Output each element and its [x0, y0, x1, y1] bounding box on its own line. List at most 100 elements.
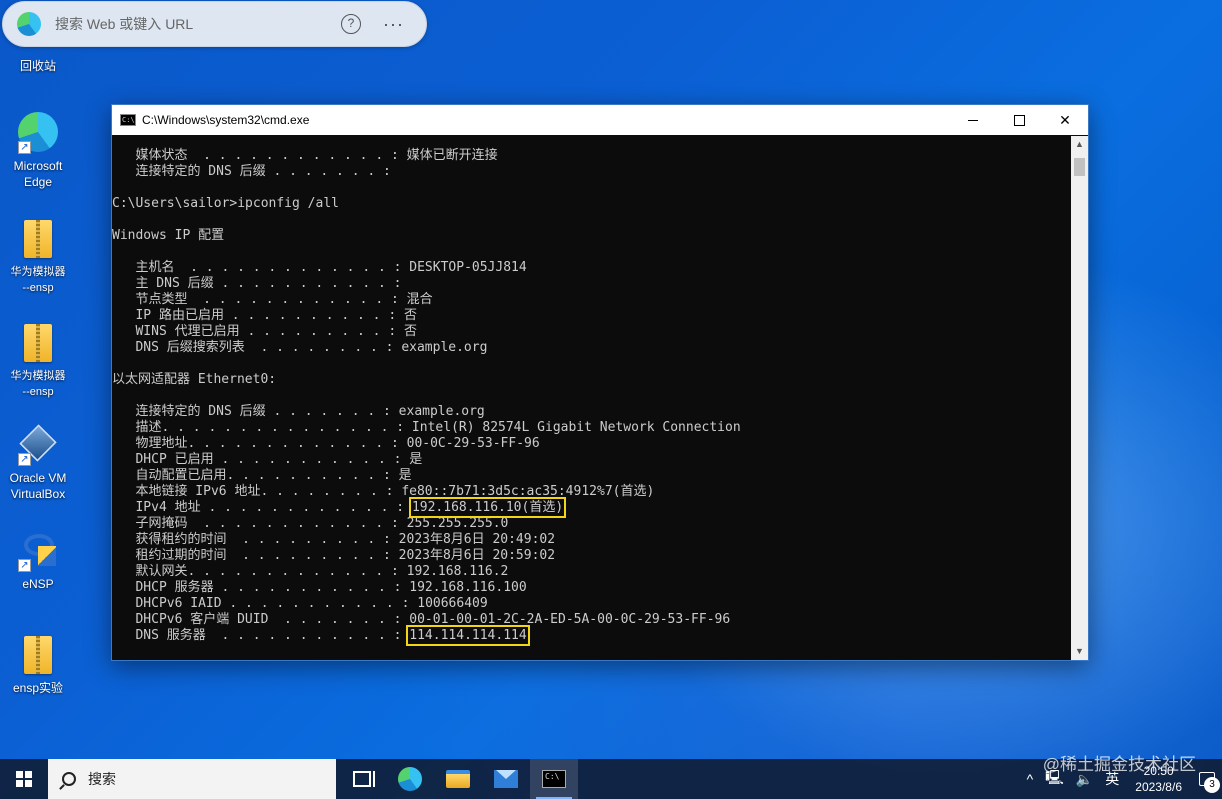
console-line: IPv4 地址 . . . . . . . . . . . . : 192.16… — [112, 497, 1071, 518]
edge-logo-icon — [17, 12, 41, 36]
desktop-icon-ensp[interactable]: ↗ eNSP — [0, 528, 76, 592]
console-line: C:\Users\sailor>ipconfig /all — [112, 196, 1071, 212]
dns-server-highlight: 114.114.114.114 — [406, 625, 530, 646]
console-line: 描述. . . . . . . . . . . . . . . : Intel(… — [112, 420, 1071, 436]
console-line-text: DNS 后缀搜索列表 . . . . . . . . : example.org — [112, 340, 488, 355]
console-line: Windows IP 配置 — [112, 228, 1071, 244]
desktop-icon-ensp-folder[interactable]: ensp实验 — [0, 632, 76, 696]
console-line: DHCP 服务器 . . . . . . . . . . . : 192.168… — [112, 580, 1071, 596]
desktop-icon-ensp-zip-2[interactable]: 华为模拟器 --ensp — [0, 320, 76, 400]
console-line: 自动配置已启用. . . . . . . . . . : 是 — [112, 468, 1071, 484]
console-line-text: 以太网适配器 Ethernet0: — [112, 372, 277, 387]
console-line-text: 本地链接 IPv6 地址. . . . . . . . : fe80::7b71… — [112, 484, 655, 499]
search-label: 搜索 — [88, 771, 116, 787]
edge-icon — [398, 767, 422, 791]
taskbar-edge[interactable] — [386, 759, 434, 799]
desktop-icon-label: 华为模拟器 --ensp — [10, 266, 66, 294]
console-line-text: 连接特定的 DNS 后缀 . . . . . . . : — [112, 164, 391, 179]
console-line-text: 节点类型 . . . . . . . . . . . . : 混合 — [112, 292, 433, 307]
desktop-icon-ensp-zip-1[interactable]: 华为模拟器 --ensp — [0, 216, 76, 296]
console-line: 连接特定的 DNS 后缀 . . . . . . . : — [112, 164, 1071, 180]
console-line: 默认网关. . . . . . . . . . . . . : 192.168.… — [112, 564, 1071, 580]
console-output[interactable]: 媒体状态 . . . . . . . . . . . . : 媒体已断开连接 连… — [112, 136, 1071, 660]
desktop-icon-label: Microsoft Edge — [13, 159, 63, 189]
console-line: DNS 后缀搜索列表 . . . . . . . . : example.org — [112, 340, 1071, 356]
console-line-text: 连接特定的 DNS 后缀 . . . . . . . : example.org — [112, 404, 485, 419]
desktop-icon-label: eNSP — [22, 577, 54, 591]
task-view-button[interactable] — [338, 759, 386, 799]
console-line: 子网掩码 . . . . . . . . . . . . : 255.255.2… — [112, 516, 1071, 532]
folder-icon — [16, 632, 60, 676]
clock-date: 2023/8/6 — [1135, 780, 1182, 794]
notification-center-button[interactable]: 3 — [1192, 759, 1222, 799]
cmd-app-icon: C:\ — [120, 114, 136, 126]
console-line-text: 获得租约的时间 . . . . . . . . . : 2023年8月6日 20… — [112, 532, 556, 547]
help-icon[interactable]: ? — [341, 14, 362, 34]
taskbar-file-explorer[interactable] — [434, 759, 482, 799]
console-line: DHCPv6 客户端 DUID . . . . . . . : 00-01-00… — [112, 612, 1071, 628]
desktop-icon-label: 回收站 — [19, 59, 56, 73]
console-line-text: IP 路由已启用 . . . . . . . . . . : 否 — [112, 308, 417, 323]
watermark: @稀土掘金技术社区 — [1042, 755, 1196, 774]
console-line: IP 路由已启用 . . . . . . . . . . : 否 — [112, 308, 1071, 324]
scroll-thumb[interactable] — [1074, 158, 1085, 176]
console-line-text: 子网掩码 . . . . . . . . . . . . : 255.255.2… — [112, 516, 509, 531]
console-line-text: IPv4 地址 . . . . . . . . . . . . : — [112, 500, 412, 515]
console-line: 媒体状态 . . . . . . . . . . . . : 媒体已断开连接 — [112, 148, 1071, 164]
console-line-text: 自动配置已启用. . . . . . . . . . : 是 — [112, 468, 412, 483]
console-line-text: C:\Users\sailor>ipconfig /all — [112, 196, 339, 211]
scroll-down-icon[interactable]: ▼ — [1071, 643, 1088, 660]
console-line-text: Windows IP 配置 — [112, 228, 225, 243]
console-line-text: 默认网关. . . . . . . . . . . . . : 192.168.… — [112, 564, 509, 579]
taskbar: 搜索 C:\ ^ 🖳 🔈 英 20:50 2023/8/6 3 — [0, 759, 1222, 799]
console-line: DNS 服务器 . . . . . . . . . . . : 114.114.… — [112, 625, 1071, 646]
search-icon — [62, 772, 76, 786]
console-line: DHCPv6 IAID . . . . . . . . . . . : 1006… — [112, 596, 1071, 612]
vertical-scrollbar[interactable]: ▲ ▼ — [1071, 136, 1088, 660]
taskbar-cmd[interactable]: C:\ — [530, 759, 578, 799]
desktop-icon-virtualbox[interactable]: ↗ Oracle VM VirtualBox — [0, 422, 76, 502]
desktop-icon-recycle-bin[interactable]: 回收站 — [0, 40, 76, 74]
file-explorer-icon — [446, 770, 470, 788]
taskbar-mail[interactable] — [482, 759, 530, 799]
scroll-up-icon[interactable]: ▲ — [1071, 136, 1088, 153]
console-line-text: DHCPv6 客户端 DUID . . . . . . . : 00-01-00… — [112, 612, 731, 627]
mail-icon — [494, 770, 518, 788]
window-title: C:\Windows\system32\cmd.exe — [142, 113, 310, 127]
console-line: 本地链接 IPv6 地址. . . . . . . . : fe80::7b71… — [112, 484, 1071, 500]
desktop-icon-label: Oracle VM VirtualBox — [9, 471, 67, 501]
task-view-icon — [353, 771, 375, 787]
console-line-text: 主 DNS 后缀 . . . . . . . . . . . : — [112, 276, 402, 291]
cmd-title-bar[interactable]: C:\ C:\Windows\system32\cmd.exe ✕ — [112, 105, 1088, 135]
more-options-icon[interactable]: ··· — [383, 14, 404, 35]
close-button[interactable]: ✕ — [1042, 105, 1088, 135]
console-line-text: 租约过期的时间 . . . . . . . . . : 2023年8月6日 20… — [112, 548, 556, 563]
taskbar-search-box[interactable]: 搜索 — [48, 759, 336, 799]
start-button[interactable] — [0, 759, 48, 799]
console-line: 租约过期的时间 . . . . . . . . . : 2023年8月6日 20… — [112, 548, 1071, 564]
console-line-text: DHCP 已启用 . . . . . . . . . . . : 是 — [112, 452, 423, 467]
edge-search-input[interactable]: 搜索 Web 或键入 URL — [55, 14, 341, 34]
tray-chevron-icon[interactable]: ^ — [1021, 771, 1040, 787]
desktop-icon-label: ensp实验 — [12, 681, 64, 695]
console-line-text: 描述. . . . . . . . . . . . . . . : Intel(… — [112, 420, 741, 435]
desktop-icon-edge[interactable]: ↗ Microsoft Edge — [0, 110, 76, 190]
console-line: 主机名 . . . . . . . . . . . . . : DESKTOP-… — [112, 260, 1071, 276]
edge-icon: ↗ — [16, 110, 60, 154]
desktop-icon-label: 华为模拟器 --ensp — [10, 370, 66, 398]
console-line: 物理地址. . . . . . . . . . . . . : 00-0C-29… — [112, 436, 1071, 452]
cmd-window[interactable]: C:\ C:\Windows\system32\cmd.exe ✕ 媒体状态 .… — [111, 104, 1089, 661]
notification-count: 3 — [1204, 777, 1220, 793]
maximize-button[interactable] — [996, 105, 1042, 135]
console-line: DHCP 已启用 . . . . . . . . . . . : 是 — [112, 452, 1071, 468]
console-line-text: DHCPv6 IAID . . . . . . . . . . . : 1006… — [112, 596, 488, 611]
shortcut-arrow-icon: ↗ — [18, 453, 31, 466]
cmd-icon: C:\ — [542, 770, 566, 788]
console-line: WINS 代理已启用 . . . . . . . . . : 否 — [112, 324, 1071, 340]
console-line: 连接特定的 DNS 后缀 . . . . . . . : example.org — [112, 404, 1071, 420]
console-line: 获得租约的时间 . . . . . . . . . : 2023年8月6日 20… — [112, 532, 1071, 548]
console-line-text: DHCP 服务器 . . . . . . . . . . . : 192.168… — [112, 580, 527, 595]
minimize-button[interactable] — [950, 105, 996, 135]
